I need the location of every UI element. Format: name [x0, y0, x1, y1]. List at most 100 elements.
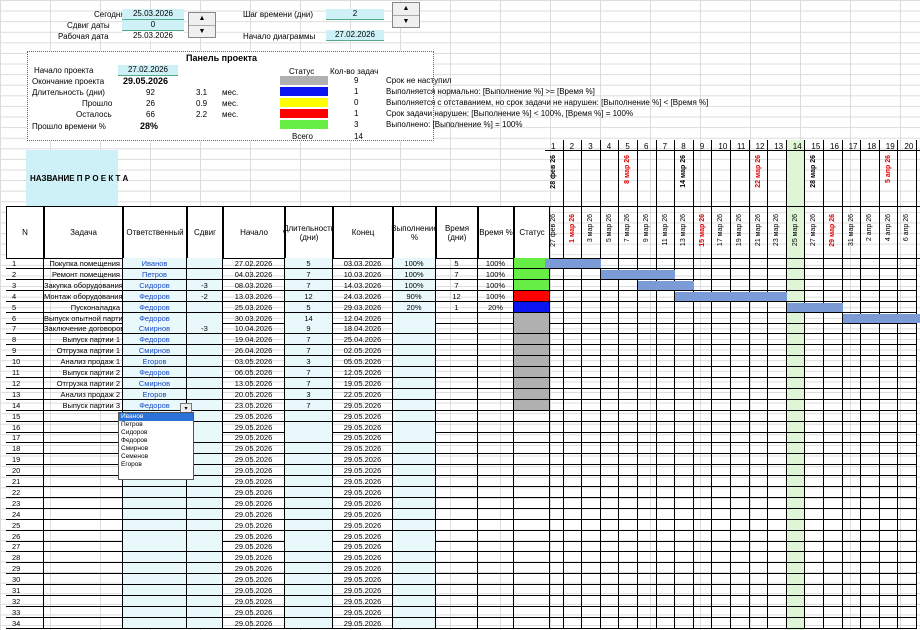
duration[interactable] [285, 421, 333, 433]
duration[interactable] [285, 574, 333, 586]
dropdown-option[interactable]: Петров [119, 421, 193, 429]
responsible[interactable] [123, 574, 187, 586]
dropdown-option[interactable]: Иванов [119, 413, 193, 421]
completion-pct[interactable] [393, 399, 436, 411]
completion-pct[interactable] [393, 585, 436, 596]
shift-value[interactable] [187, 595, 223, 607]
duration[interactable] [285, 541, 333, 553]
shift-value[interactable] [187, 258, 223, 269]
shift-value[interactable] [187, 377, 223, 389]
completion-pct[interactable] [393, 312, 436, 324]
completion-pct[interactable] [393, 574, 436, 586]
duration[interactable]: 14 [285, 312, 333, 324]
completion-pct[interactable] [393, 563, 436, 575]
responsible[interactable]: Федоров [123, 301, 187, 313]
duration[interactable] [285, 530, 333, 542]
duration[interactable]: 5 [285, 301, 333, 313]
responsible[interactable]: Федоров [123, 367, 187, 378]
completion-pct[interactable]: 90% [393, 290, 436, 302]
responsible[interactable] [123, 563, 187, 575]
responsible[interactable]: Смирнов [123, 377, 187, 389]
responsible[interactable]: Федоров [123, 334, 187, 346]
responsible[interactable]: Иванов [123, 258, 187, 269]
shift-value[interactable] [187, 519, 223, 531]
duration[interactable]: 7 [285, 268, 333, 280]
duration[interactable] [285, 552, 333, 564]
shift-value[interactable] [187, 334, 223, 346]
duration[interactable]: 9 [285, 323, 333, 335]
shift-value[interactable] [187, 552, 223, 564]
completion-pct[interactable] [393, 552, 436, 564]
completion-pct[interactable] [393, 356, 436, 368]
shift-value[interactable] [187, 312, 223, 324]
duration[interactable] [285, 443, 333, 455]
completion-pct[interactable]: 100% [393, 268, 436, 280]
duration[interactable] [285, 617, 333, 629]
completion-pct[interactable] [393, 508, 436, 520]
shift-value[interactable] [187, 345, 223, 357]
completion-pct[interactable] [393, 367, 436, 378]
completion-pct[interactable] [393, 530, 436, 542]
shift-value[interactable] [187, 399, 223, 411]
time-step-spinner[interactable]: ▲ ▼ [392, 2, 420, 28]
shift-value[interactable] [187, 585, 223, 596]
duration[interactable] [285, 476, 333, 487]
dropdown-option[interactable]: Федоров [119, 437, 193, 445]
shift-value[interactable] [187, 530, 223, 542]
completion-pct[interactable] [393, 421, 436, 433]
shift-value[interactable]: -2 [187, 290, 223, 302]
date-shift-spinner[interactable]: ▲ ▼ [188, 12, 216, 38]
responsible[interactable] [123, 530, 187, 542]
shift-value[interactable] [187, 268, 223, 280]
completion-pct[interactable]: 100% [393, 258, 436, 269]
shift-value[interactable] [187, 497, 223, 509]
completion-pct[interactable] [393, 443, 436, 455]
shift-value[interactable]: -3 [187, 323, 223, 335]
duration[interactable]: 7 [285, 345, 333, 357]
completion-pct[interactable] [393, 465, 436, 477]
duration[interactable] [285, 519, 333, 531]
duration[interactable] [285, 585, 333, 596]
duration[interactable] [285, 595, 333, 607]
completion-pct[interactable] [393, 541, 436, 553]
completion-pct[interactable]: 20% [393, 301, 436, 313]
dropdown-option[interactable]: Семенов [119, 453, 193, 461]
duration[interactable]: 3 [285, 388, 333, 400]
completion-pct[interactable] [393, 323, 436, 335]
duration[interactable]: 7 [285, 377, 333, 389]
completion-pct[interactable] [393, 617, 436, 629]
completion-pct[interactable] [393, 334, 436, 346]
duration[interactable]: 7 [285, 367, 333, 378]
shift-value[interactable]: 0 [122, 20, 184, 31]
duration[interactable] [285, 606, 333, 618]
responsible[interactable] [123, 617, 187, 629]
responsible[interactable]: Егоров [123, 356, 187, 368]
responsible[interactable] [123, 486, 187, 498]
responsible[interactable]: Федоров [123, 312, 187, 324]
duration[interactable] [285, 486, 333, 498]
responsible[interactable] [123, 552, 187, 564]
completion-pct[interactable] [393, 388, 436, 400]
shift-value[interactable] [187, 508, 223, 520]
dropdown-option[interactable]: Сидоров [119, 429, 193, 437]
responsible[interactable] [123, 541, 187, 553]
duration[interactable] [285, 497, 333, 509]
completion-pct[interactable] [393, 486, 436, 498]
completion-pct[interactable] [393, 432, 436, 444]
responsible-dropdown[interactable]: Иванов Петров Сидоров Федоров Смирнов Семенов… [118, 412, 194, 480]
project-start-value[interactable]: 27.02.2026 [118, 65, 178, 76]
duration[interactable]: 7 [285, 334, 333, 346]
completion-pct[interactable] [393, 595, 436, 607]
chart-start-value[interactable]: 27.02.2026 [326, 30, 384, 41]
completion-pct[interactable] [393, 410, 436, 422]
duration[interactable]: 5 [285, 258, 333, 269]
completion-pct[interactable] [393, 606, 436, 618]
completion-pct[interactable] [393, 519, 436, 531]
responsible[interactable] [123, 585, 187, 596]
today-value[interactable]: 25.03.2026 [122, 9, 184, 20]
completion-pct[interactable]: 100% [393, 279, 436, 291]
shift-value[interactable] [187, 574, 223, 586]
responsible[interactable] [123, 606, 187, 618]
dropdown-option[interactable]: Смирнов [119, 445, 193, 453]
shift-value[interactable] [187, 486, 223, 498]
